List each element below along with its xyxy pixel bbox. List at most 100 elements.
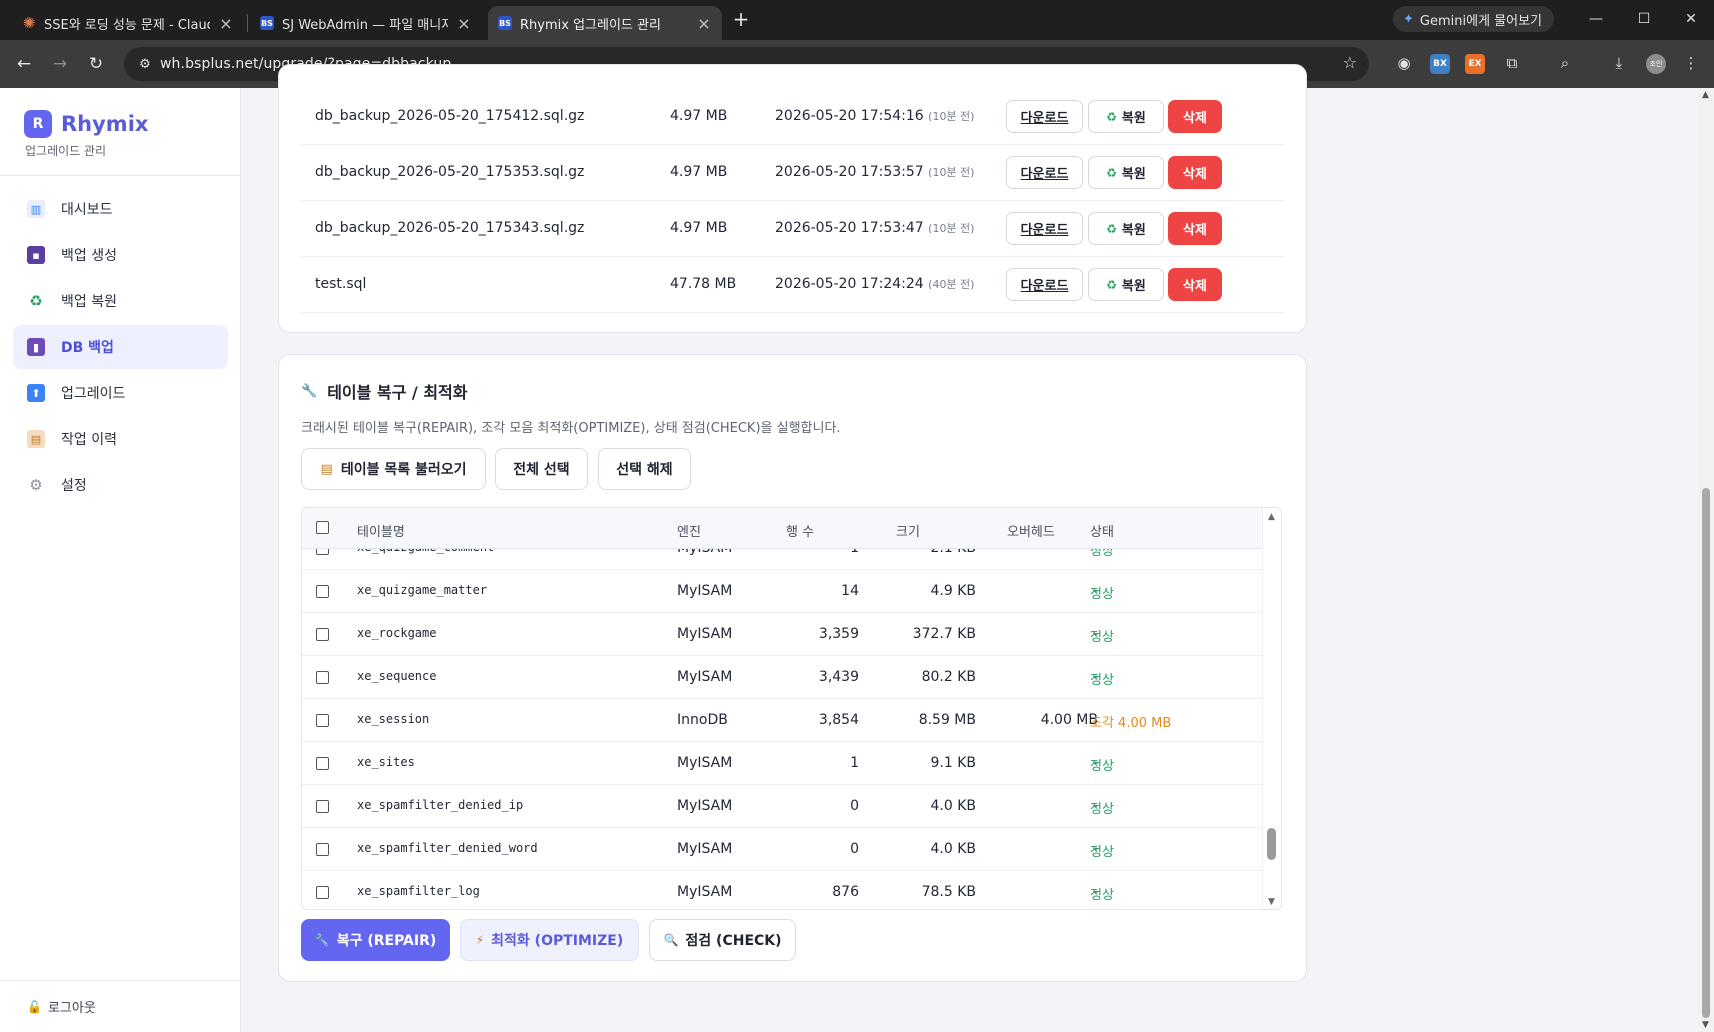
restore-button[interactable]: ♻ 복원: [1088, 100, 1164, 133]
download-button[interactable]: 다운로드: [1006, 156, 1083, 189]
close-icon[interactable]: ×: [696, 14, 712, 33]
tab-claude[interactable]: ✺ SSE와 로딩 성능 문제 - Claude ×: [12, 6, 244, 40]
scroll-down-icon[interactable]: ▼: [1702, 1020, 1709, 1030]
table-rows: 1: [850, 755, 859, 771]
download-icon[interactable]: ⤓: [1608, 52, 1630, 74]
tab-sj-webadmin[interactable]: BS SJ WebAdmin — 파일 매니저 ×: [250, 6, 482, 40]
gemini-button[interactable]: ✦ Gemini에게 물어보기: [1393, 6, 1554, 32]
load-tables-button[interactable]: ▤ 테이블 목록 불러오기: [301, 448, 486, 490]
optimize-button[interactable]: ⚡ 최적화 (OPTIMIZE): [460, 919, 639, 961]
wrench-icon: 🔧: [301, 383, 318, 399]
tab-search-icon[interactable]: ⌕: [1554, 52, 1576, 74]
restore-button[interactable]: ♻ 복원: [1088, 212, 1164, 245]
floppy-icon: ▪: [27, 246, 45, 264]
status-badge: 정상: [1090, 587, 1114, 602]
scrollbar-thumb[interactable]: [1267, 828, 1276, 860]
new-tab-button[interactable]: +: [730, 8, 752, 30]
backup-datetime: 2026-05-20 17:53:57: [775, 164, 924, 180]
logout-link[interactable]: 🔓 로그아웃: [0, 980, 240, 1032]
forward-icon[interactable]: →: [46, 50, 74, 78]
reload-icon[interactable]: ↻: [82, 50, 110, 78]
sidebar-menu: ▥ 대시보드 ▪ 백업 생성 ♻ 백업 복원 ▮ DB 백업 ⬆ 업그레이드 ▤…: [13, 187, 228, 509]
table-engine: MyISAM: [677, 669, 733, 685]
table-size: 80.2 KB: [921, 669, 976, 685]
recycle-icon: ♻: [29, 292, 43, 310]
sidebar-item-label: 백업 생성: [61, 248, 117, 264]
close-icon[interactable]: ×: [456, 14, 472, 33]
table-name: xe_session: [357, 712, 430, 726]
status-badge: 정상: [1090, 673, 1114, 688]
table-scrollbar[interactable]: ▲ ▼: [1262, 508, 1281, 909]
brand-logo: R: [24, 110, 52, 138]
row-checkbox[interactable]: [316, 714, 329, 727]
gear-icon: ⚙: [29, 476, 43, 494]
bookmark-star-icon[interactable]: ☆: [1343, 53, 1357, 72]
table-rows: 3,359: [818, 626, 859, 642]
scroll-up-icon[interactable]: ▲: [1702, 90, 1709, 100]
maximize-button[interactable]: ☐: [1621, 6, 1667, 32]
check-button[interactable]: 🔍 점검 (CHECK): [649, 919, 796, 961]
tab-rhymix[interactable]: BS Rhymix 업그레이드 관리 ×: [488, 6, 722, 40]
row-checkbox[interactable]: [316, 671, 329, 684]
select-all-button[interactable]: 전체 선택: [495, 448, 588, 490]
sidebar-item-history[interactable]: ▤ 작업 이력: [13, 417, 228, 461]
magnifier-icon: 🔍: [663, 933, 679, 947]
bs-icon: BS: [260, 16, 274, 30]
brand[interactable]: R Rhymix: [24, 110, 148, 138]
repair-button[interactable]: 🔧 복구 (REPAIR): [301, 919, 450, 961]
load-tables-label: 테이블 목록 불러오기: [340, 462, 467, 478]
sidebar-item-db-backup[interactable]: ▮ DB 백업: [13, 325, 228, 369]
back-icon[interactable]: ←: [10, 50, 38, 78]
more-menu-icon[interactable]: ⋮: [1680, 52, 1702, 74]
minimize-button[interactable]: —: [1573, 6, 1619, 32]
close-icon[interactable]: ×: [218, 14, 234, 33]
deselect-button[interactable]: 선택 해제: [598, 448, 691, 490]
table-row: xe_quizgame_matter MyISAM 14 4.9 KB - 정상: [302, 570, 1263, 613]
delete-button[interactable]: 삭제: [1168, 268, 1222, 301]
table-repair-card: 🔧 테이블 복구 / 최적화 크래시된 테이블 복구(REPAIR), 조각 모…: [278, 354, 1307, 982]
clipboard-icon: ▤: [27, 430, 45, 448]
row-checkbox[interactable]: [316, 628, 329, 641]
sidebar-item-dashboard[interactable]: ▥ 대시보드: [13, 187, 228, 231]
scroll-up-icon[interactable]: ▲: [1268, 512, 1275, 522]
profile-avatar[interactable]: 조인: [1646, 54, 1666, 74]
sidebar-item-restore-backup[interactable]: ♻ 백업 복원: [13, 279, 228, 323]
site-info-icon[interactable]: ⚙: [130, 57, 160, 72]
extension-bx-icon[interactable]: BX: [1430, 54, 1450, 74]
sidebar-item-create-backup[interactable]: ▪ 백업 생성: [13, 233, 228, 277]
sidebar-item-settings[interactable]: ⚙ 설정: [13, 463, 228, 507]
backup-ago: (40분 전): [928, 278, 975, 291]
row-checkbox[interactable]: [316, 585, 329, 598]
row-checkbox[interactable]: [316, 843, 329, 856]
extensions-puzzle-icon[interactable]: ⧉: [1501, 52, 1523, 74]
table-name: xe_rockgame: [357, 626, 437, 640]
page-scrollbar[interactable]: ▲ ▼: [1698, 88, 1714, 1032]
sidebar-item-upgrade[interactable]: ⬆ 업그레이드: [13, 371, 228, 415]
col-name: 테이블명: [357, 525, 405, 540]
download-button[interactable]: 다운로드: [1006, 100, 1083, 133]
extension-shield-icon[interactable]: ◉: [1393, 52, 1415, 74]
close-window-button[interactable]: ✕: [1668, 6, 1714, 32]
page-scrollbar-thumb[interactable]: [1702, 488, 1710, 1018]
delete-button[interactable]: 삭제: [1168, 100, 1222, 133]
table-size: 4.0 KB: [930, 841, 977, 857]
select-all-checkbox[interactable]: [316, 521, 329, 534]
row-checkbox[interactable]: [316, 757, 329, 770]
table-engine: MyISAM: [677, 841, 733, 857]
backup-date: 2026-05-20 17:53:57 (10분 전): [775, 164, 974, 180]
recycle-icon: ♻: [1106, 165, 1117, 180]
col-status: 상태: [1090, 525, 1114, 540]
scroll-down-icon[interactable]: ▼: [1268, 897, 1275, 907]
download-button[interactable]: 다운로드: [1006, 268, 1083, 301]
database-icon: ▮: [27, 338, 45, 356]
table-size: 372.7 KB: [912, 626, 976, 642]
delete-button[interactable]: 삭제: [1168, 156, 1222, 189]
restore-button[interactable]: ♻ 복원: [1088, 268, 1164, 301]
restore-button[interactable]: ♻ 복원: [1088, 156, 1164, 189]
delete-button[interactable]: 삭제: [1168, 212, 1222, 245]
backup-list-card: db_backup_2026-05-20_175412.sql.gz 4.97 …: [278, 64, 1307, 333]
row-checkbox[interactable]: [316, 886, 329, 899]
row-checkbox[interactable]: [316, 800, 329, 813]
extension-ex-icon[interactable]: EX: [1465, 54, 1485, 74]
download-button[interactable]: 다운로드: [1006, 212, 1083, 245]
